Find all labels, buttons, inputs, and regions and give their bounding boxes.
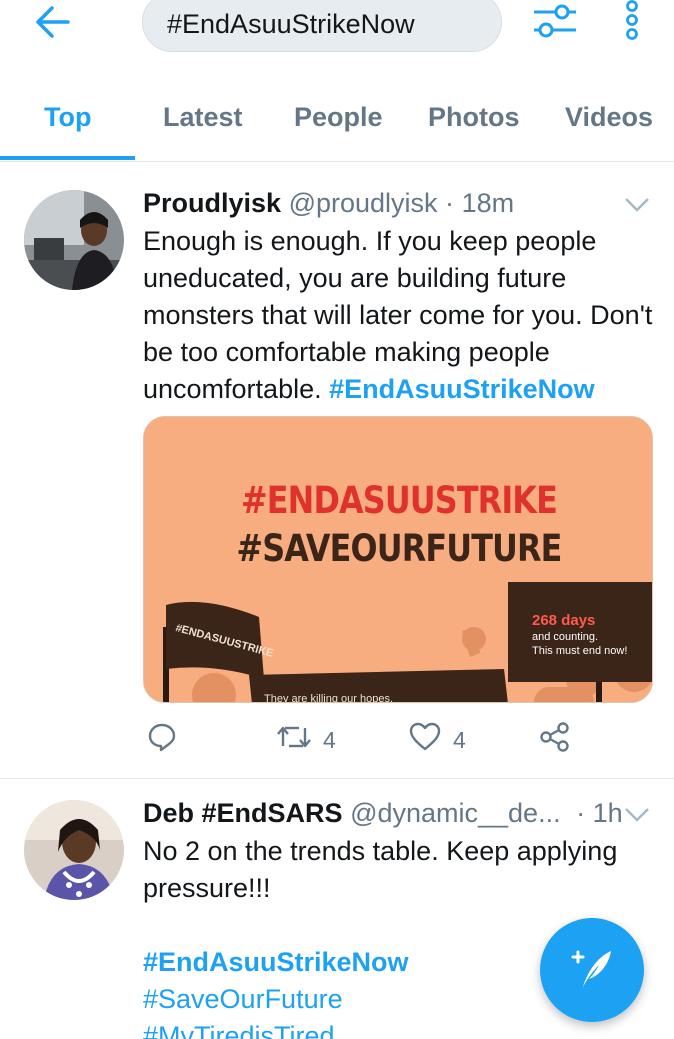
avatar[interactable] — [24, 800, 124, 900]
search-query: #EndAsuuStrikeNow — [167, 9, 415, 39]
share-icon — [539, 722, 571, 758]
sign-line-2: This must end now! — [532, 645, 628, 657]
more-vertical-icon[interactable] — [616, 0, 648, 44]
heart-icon — [409, 722, 441, 758]
tweet-actions: 4 4 — [143, 722, 623, 762]
tweet-author-handle: @dynamic__de... — [350, 798, 561, 828]
share-button[interactable] — [539, 722, 571, 758]
back-arrow-icon[interactable] — [30, 2, 74, 42]
hashtag-link[interactable]: #MyTiredisTired — [143, 1018, 653, 1039]
tab-people[interactable]: People — [294, 102, 383, 133]
filter-sliders-icon[interactable] — [530, 0, 580, 44]
compose-feather-icon — [567, 943, 617, 998]
chevron-down-icon[interactable] — [624, 196, 650, 214]
tab-videos[interactable]: Videos — [565, 102, 653, 133]
tweet-separator: · — [445, 188, 455, 218]
retweet-button[interactable]: 4 — [277, 722, 336, 758]
tweet-text: Enough is enough. If you keep people une… — [143, 223, 653, 408]
tab-top[interactable]: Top — [44, 102, 91, 133]
active-tab-indicator — [0, 156, 135, 160]
chevron-down-icon[interactable] — [624, 806, 650, 824]
reply-button[interactable] — [147, 722, 177, 758]
hashtag-link[interactable]: #EndAsuuStrikeNow — [329, 374, 595, 404]
retweet-count: 4 — [323, 726, 336, 753]
search-input[interactable]: #EndAsuuStrikeNow — [142, 0, 502, 52]
tab-photos[interactable]: Photos — [428, 102, 520, 133]
tweet-divider — [0, 778, 674, 779]
avatar[interactable] — [24, 190, 124, 290]
tweet-author-handle: @proudlyisk — [288, 188, 438, 218]
tweet-timestamp: 1h — [592, 798, 623, 828]
sign-line-1: and counting. — [532, 631, 599, 643]
search-tabs: Top Latest People Photos Videos — [0, 90, 674, 162]
retweet-icon — [277, 722, 311, 758]
reply-icon — [147, 722, 177, 758]
top-bar: #EndAsuuStrikeNow — [0, 0, 674, 70]
tab-latest[interactable]: Latest — [163, 102, 243, 133]
poster-line-2: #SAVEOURFUTURE — [236, 527, 562, 570]
tweet-body: No 2 on the trends table. Keep applying … — [143, 836, 618, 903]
tweet-image[interactable]: #ENDASUUSTRIKE #SAVEOURFUTURE #ENDASUUST… — [143, 416, 653, 703]
tweet-separator: · — [576, 798, 586, 828]
tweet-author-name[interactable]: Deb #EndSARS — [143, 798, 343, 828]
tweet-author-name[interactable]: Proudlyisk — [143, 188, 281, 218]
like-count: 4 — [453, 726, 466, 753]
tweet-timestamp: 18m — [461, 188, 515, 218]
poster-line-1: #ENDASUUSTRIKE — [241, 479, 558, 522]
sign-title: 268 days — [532, 612, 596, 629]
compose-tweet-button[interactable] — [540, 918, 644, 1022]
banner-text: They are killing our hopes. — [264, 693, 394, 703]
like-button[interactable]: 4 — [409, 722, 466, 758]
